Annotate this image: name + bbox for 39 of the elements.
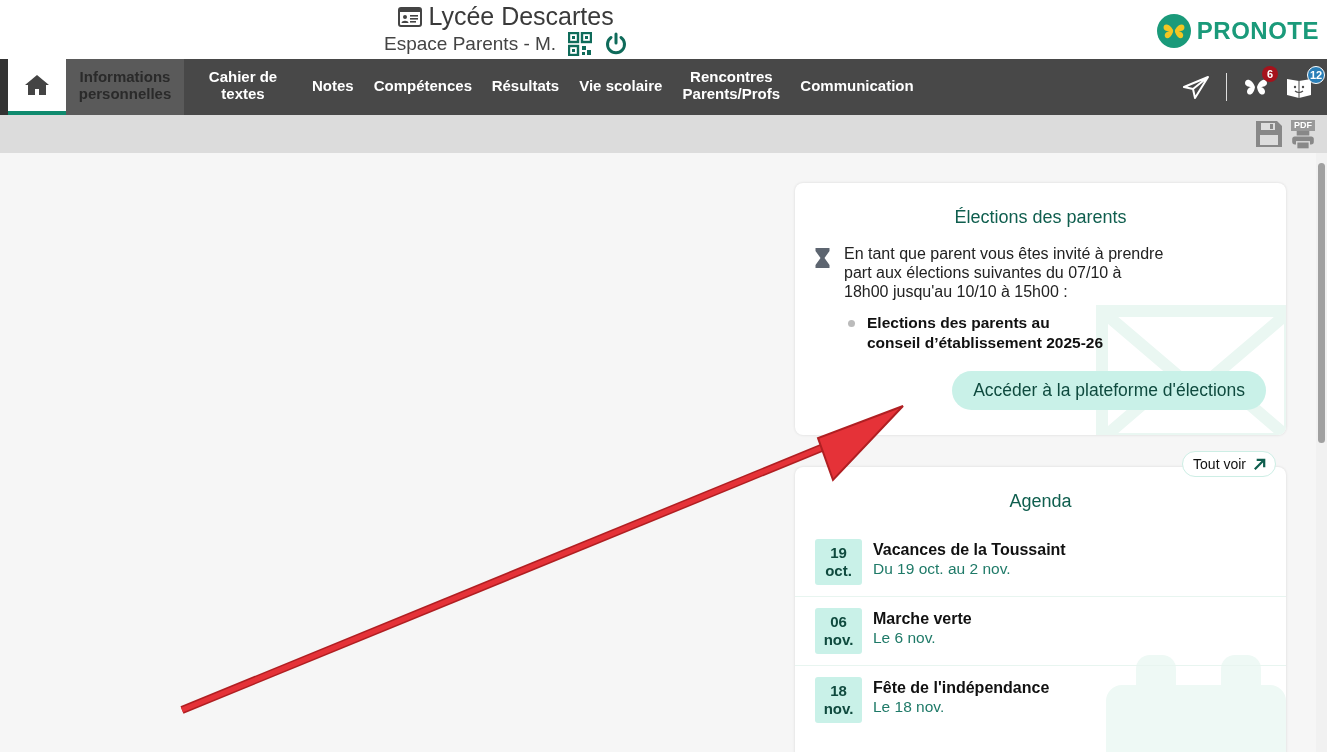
id-card-icon [398, 6, 423, 27]
nav-tab[interactable]: Notes [302, 59, 364, 115]
home-tab[interactable] [8, 59, 66, 115]
butterfly-logo-icon [1156, 14, 1191, 48]
event-date: Le 18 nov. [873, 698, 946, 716]
nav-tab[interactable]: Compétences [363, 59, 482, 115]
school-name: Lycée Descartes [428, 2, 614, 31]
nav-tab[interactable]: Cahier de textes [184, 59, 302, 115]
send-icon[interactable] [1182, 75, 1210, 99]
election-platform-button[interactable]: Accéder à la plateforme d'élections [952, 371, 1266, 410]
date-badge: 06 nov. [815, 608, 862, 654]
arrow-icon [1252, 456, 1267, 472]
notification-badge: 6 [1262, 66, 1278, 82]
space-name: Espace Parents - M. [384, 33, 557, 55]
save-icon[interactable] [1255, 120, 1283, 148]
nav-tab[interactable]: Rencontres Parents/Profs [672, 59, 791, 115]
hourglass-icon [815, 248, 830, 268]
event-title: Fête de l'indépendance [873, 679, 1050, 697]
scrollbar[interactable] [1316, 153, 1327, 752]
date-badge: 18 nov. [815, 677, 862, 723]
nav-tab[interactable]: Vie scolaire [569, 59, 673, 115]
event-date: Le 6 nov. [873, 629, 937, 647]
date-badge: 19 oct. [815, 539, 862, 585]
app-logo-text: PRONOTE [1196, 17, 1319, 45]
event-date: Du 19 oct. au 2 nov. [873, 560, 1012, 578]
election-name: Elections des parents au conseil d’établissement 2025-26 [867, 313, 1105, 353]
printer-icon[interactable] [1291, 130, 1315, 149]
notification-badge: 12 [1307, 66, 1325, 84]
qr-code-icon[interactable] [568, 32, 593, 56]
nav-tab[interactable]: Résultats [481, 59, 570, 115]
power-icon[interactable] [604, 32, 629, 56]
event-title: Marche verte [873, 610, 972, 628]
election-message: En tant que parent vous êtes invité à prendre part aux élections suivantes du 07/10 à 18h00 jusqu'au 10/10 à 15h00 : [844, 244, 1165, 301]
card-title: Agenda [1008, 491, 1073, 512]
home-icon [24, 74, 50, 96]
see-all-button[interactable]: Tout voir [1182, 451, 1276, 477]
event-title: Vacances de la Toussaint [873, 541, 1066, 559]
card-title: Élections des parents [953, 207, 1128, 228]
bullet-dot [848, 320, 855, 327]
